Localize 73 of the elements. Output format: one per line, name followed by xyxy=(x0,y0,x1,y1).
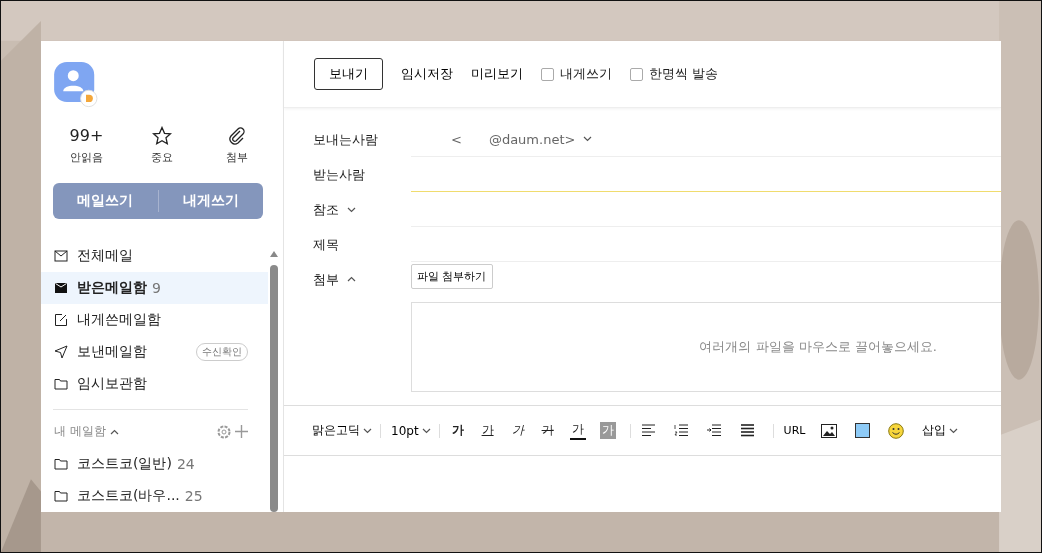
scrollbar[interactable] xyxy=(269,249,279,512)
drop-hint: 여러개의 파일을 마우스로 끌어놓으세요. xyxy=(699,338,937,356)
chevron-icon xyxy=(347,276,356,282)
unread-count[interactable]: 99+ xyxy=(69,125,104,146)
folder-name: 받은메일함 xyxy=(77,279,147,297)
unread-count: 9 xyxy=(152,280,161,296)
caret-icon xyxy=(363,427,372,434)
stat-label: 첨부 xyxy=(225,149,248,165)
folder-item[interactable]: 받은메일함 9 xyxy=(41,272,268,304)
folder-name: 전체메일 xyxy=(77,247,133,265)
folder-name: 코스트코(바우... xyxy=(77,487,180,505)
chevron-icon xyxy=(347,206,356,213)
color-swatch-icon[interactable] xyxy=(855,423,871,438)
insert-menu[interactable]: 삽입 xyxy=(922,422,967,439)
field-label: 참조 xyxy=(313,200,339,219)
smiley-icon[interactable] xyxy=(888,422,905,439)
checkbox[interactable] xyxy=(541,67,554,81)
mail-icon xyxy=(54,249,68,263)
attach-file-button[interactable]: 파일 첨부하기 xyxy=(411,264,493,289)
toolbar-action[interactable]: 임시저장 xyxy=(401,65,453,83)
align-left-icon[interactable] xyxy=(640,424,656,437)
star-icon[interactable] xyxy=(151,125,172,146)
folder-name: 코스트코(일반) xyxy=(77,455,172,473)
folder-item[interactable]: 내게쓴메일함 xyxy=(41,304,268,336)
line-spacing-icon[interactable] xyxy=(739,424,755,437)
field-label: 첨부 xyxy=(313,271,339,289)
folder-item[interactable]: 임시보관함 xyxy=(41,368,268,400)
indent-icon[interactable] xyxy=(706,424,722,437)
folder-item[interactable]: 보낸메일함 수신확인 xyxy=(41,336,268,368)
field-label: 받는사람 xyxy=(313,165,365,184)
checkbox-label: 한명씩 발송 xyxy=(649,65,719,83)
underline-button[interactable]: 가 xyxy=(479,422,496,439)
note-icon xyxy=(54,313,68,327)
folder-item[interactable]: 코스트코(일반) 24 xyxy=(41,448,268,480)
field-label: 보내는사람 xyxy=(313,130,378,149)
bold-button[interactable]: 가 xyxy=(449,422,466,439)
send-icon xyxy=(54,345,68,359)
sender-field[interactable]: < @daum.net> xyxy=(411,122,1001,157)
field-label: 제목 xyxy=(313,235,339,254)
strike-button[interactable]: 가 xyxy=(539,422,556,439)
folder-item[interactable]: 전체메일 xyxy=(41,240,268,272)
checkbox-label: 내게쓰기 xyxy=(560,65,612,83)
mail-count: 24 xyxy=(176,456,195,472)
checkbox[interactable] xyxy=(630,67,643,81)
link-button[interactable]: URL xyxy=(783,424,806,437)
folder-icon xyxy=(54,489,68,503)
paperclip-icon[interactable] xyxy=(226,125,247,146)
caret-icon xyxy=(421,427,431,434)
stat-label: 중요 xyxy=(150,149,173,165)
numbered-list-icon[interactable] xyxy=(673,424,689,437)
section-title[interactable]: 내 메일함 xyxy=(54,423,106,440)
folder-icon xyxy=(54,377,68,391)
image-icon[interactable] xyxy=(821,423,838,438)
add-icon[interactable] xyxy=(235,425,248,438)
folder-item[interactable]: 코스트코(바우... 25 xyxy=(41,480,268,512)
stat-label: 안읽음 xyxy=(70,149,103,165)
chevron-icon xyxy=(109,428,119,435)
toolbar-action[interactable]: 미리보기 xyxy=(471,65,523,83)
font-select[interactable]: 맑은고딕 xyxy=(312,422,380,439)
send-button[interactable]: 보내기 xyxy=(314,58,383,90)
italic-button[interactable]: 가 xyxy=(509,422,526,439)
caret-icon xyxy=(583,136,593,142)
caret-icon xyxy=(949,427,959,434)
settings-icon[interactable] xyxy=(217,424,231,439)
folder-icon xyxy=(54,457,68,471)
drop-zone[interactable]: 여러개의 파일을 마우스로 끌어놓으세요. xyxy=(411,302,1001,392)
textcolor-button[interactable]: 가 xyxy=(569,421,586,440)
folder-name: 보낸메일함 xyxy=(77,343,147,361)
folder-name: 임시보관함 xyxy=(77,375,147,393)
folder-name: 내게쓴메일함 xyxy=(77,311,161,329)
size-select[interactable]: 10pt xyxy=(391,423,439,438)
inbox-icon xyxy=(54,281,68,295)
mail-count: 25 xyxy=(184,488,203,504)
